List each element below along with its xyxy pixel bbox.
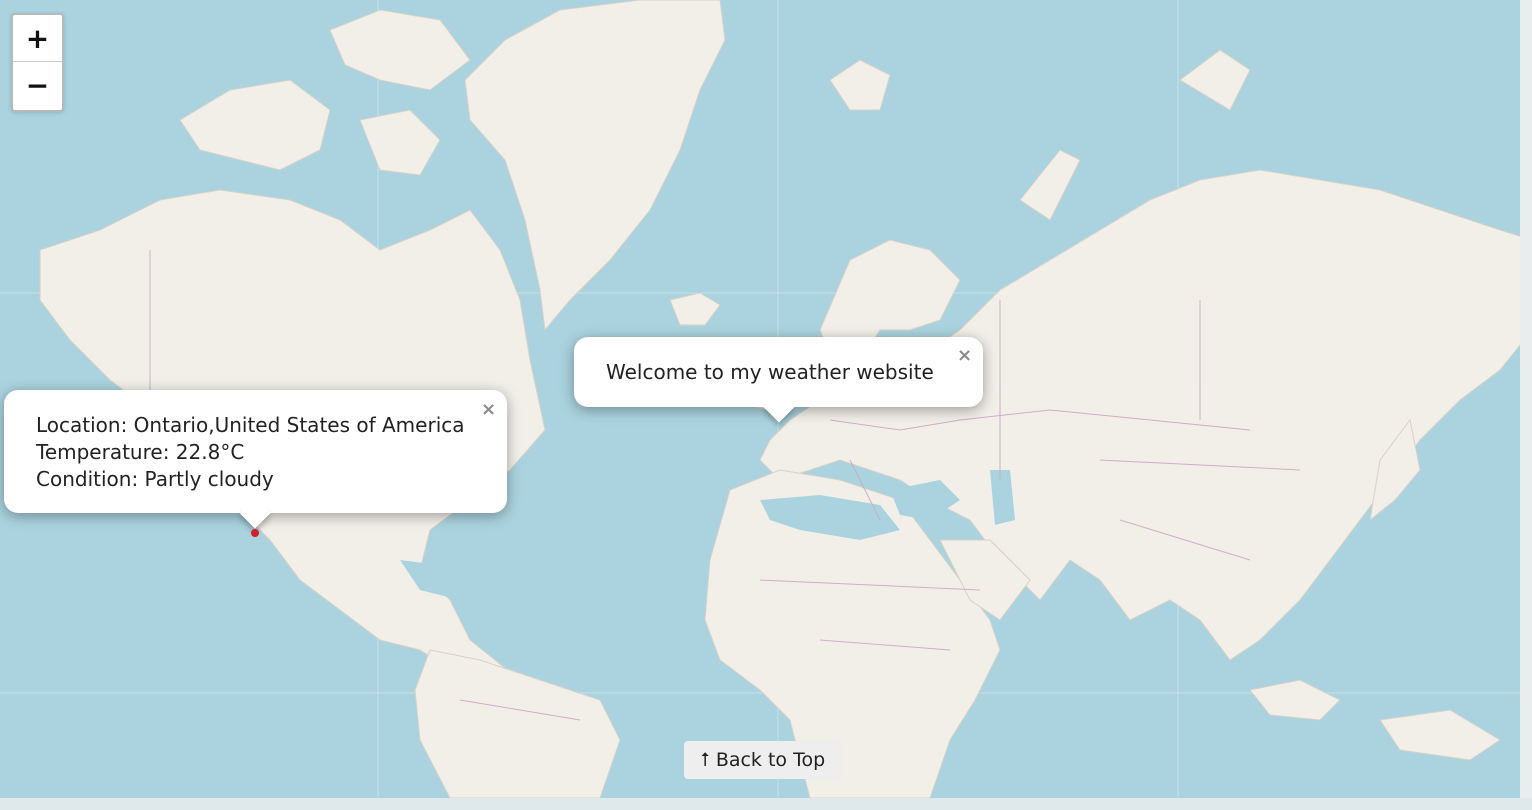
- location-text: Location: Ontario,United States of Ameri…: [36, 413, 465, 437]
- temperature-text: Temperature: 22.8°C: [36, 440, 245, 464]
- popup-tip-cover: [754, 389, 804, 403]
- welcome-popup: Welcome to my weather website ×: [574, 337, 983, 423]
- condition-text: Condition: Partly cloudy: [36, 467, 274, 491]
- zoom-out-button[interactable]: −: [13, 62, 62, 109]
- zoom-control: + −: [11, 13, 64, 112]
- weather-info: Location: Ontario,United States of Ameri…: [36, 412, 465, 493]
- scrollbar-track[interactable]: [1520, 0, 1532, 798]
- page-footer-strip: [0, 798, 1532, 810]
- back-to-top-button[interactable]: ⭡ Back to Top: [684, 741, 842, 779]
- weather-popup: × Location: Ontario,United States of Ame…: [4, 390, 507, 529]
- world-map[interactable]: + − Welcome to my weather website × × Lo…: [0, 0, 1532, 798]
- weather-popup-close-button[interactable]: ×: [481, 401, 496, 419]
- popup-tip-cover: [230, 495, 280, 509]
- zoom-in-button[interactable]: +: [13, 15, 62, 62]
- welcome-message: Welcome to my weather website: [606, 360, 934, 384]
- welcome-popup-close-button[interactable]: ×: [957, 347, 972, 365]
